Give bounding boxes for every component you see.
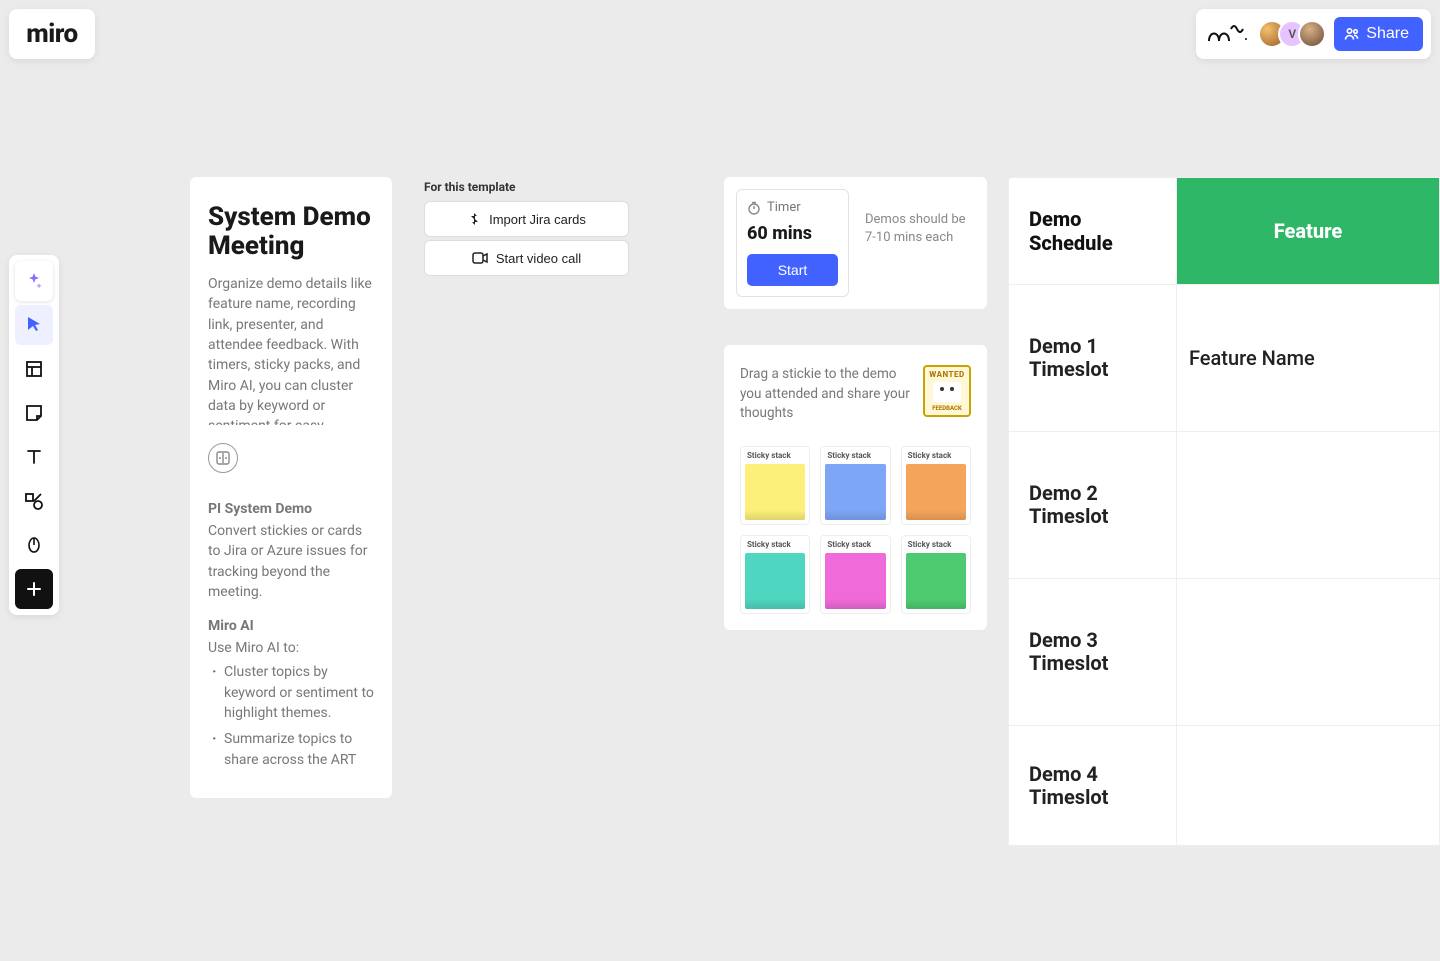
sticky-swatch	[745, 553, 805, 609]
schedule-row-label[interactable]: Demo 1Timeslot	[1009, 285, 1177, 432]
info-section2-lead: Use Miro AI to:	[208, 638, 374, 658]
schedule-row-cell[interactable]	[1177, 579, 1440, 726]
schedule-row-cell[interactable]	[1177, 726, 1440, 846]
title-heading: System Demo Meeting	[208, 203, 374, 260]
timer-icon	[747, 201, 761, 215]
sticky-stack[interactable]: Sticky stack	[740, 535, 810, 614]
info-card[interactable]: PI System Demo Convert stickies or cards…	[190, 425, 392, 798]
timer-box: Timer 60 mins Start	[736, 189, 849, 297]
start-video-button[interactable]: Start video call	[424, 240, 629, 276]
sticky-swatch	[745, 464, 805, 520]
wanted-sub: FEEDBACK	[932, 405, 962, 412]
people-icon	[1344, 26, 1360, 42]
tool-ai[interactable]	[15, 261, 53, 301]
logo-text: miro	[26, 19, 77, 49]
start-video-label: Start video call	[496, 251, 581, 266]
sticky-swatch	[906, 464, 966, 520]
schedule-row-label[interactable]: Demo 4Timeslot	[1009, 726, 1177, 846]
sparkle-icon	[24, 271, 44, 291]
collaborator-avatars[interactable]: V	[1258, 20, 1326, 48]
share-label: Share	[1366, 25, 1409, 43]
stickies-instruction: Drag a stickie to the demo you attended …	[740, 365, 913, 424]
left-toolbar	[9, 255, 59, 615]
timer-start-button[interactable]: Start	[747, 254, 838, 286]
share-button[interactable]: Share	[1334, 17, 1423, 51]
info-section1-body: Convert stickies or cards to Jira or Azu…	[208, 521, 374, 602]
timer-title: Timer	[767, 200, 801, 215]
sticky-stack[interactable]: Sticky stack	[901, 446, 971, 525]
import-jira-label: Import Jira cards	[489, 212, 586, 227]
sticky-swatch	[906, 553, 966, 609]
schedule-row-cell[interactable]: Feature Name	[1177, 285, 1440, 432]
doc-icon	[208, 443, 238, 473]
tool-sticky[interactable]	[15, 393, 53, 433]
sticky-stack-label: Sticky stack	[825, 540, 885, 549]
info-bullet: Summarize topics to share across the ART	[224, 729, 374, 770]
wanted-title: WANTED	[929, 370, 964, 379]
info-section1-title: PI System Demo	[208, 501, 374, 517]
sticky-stack-label: Sticky stack	[745, 451, 805, 460]
logo-card[interactable]: miro	[9, 9, 95, 59]
sticky-stack[interactable]: Sticky stack	[820, 446, 890, 525]
tool-pen[interactable]	[15, 525, 53, 565]
schedule-row-label[interactable]: Demo 2Timeslot	[1009, 432, 1177, 579]
pen-icon	[24, 535, 44, 555]
tool-add[interactable]	[15, 569, 53, 609]
avatar-initial: V	[1288, 27, 1296, 41]
stickies-card[interactable]: Drag a stickie to the demo you attended …	[724, 345, 987, 630]
jira-icon	[467, 212, 481, 226]
avatar[interactable]	[1298, 20, 1326, 48]
plus-icon	[26, 581, 42, 597]
sticky-stack[interactable]: Sticky stack	[820, 535, 890, 614]
tool-shapes[interactable]	[15, 481, 53, 521]
schedule-header-label: Demo Schedule	[1009, 178, 1177, 285]
timer-value: 60 mins	[747, 223, 838, 244]
wanted-feedback-badge: WANTED FEEDBACK	[923, 365, 971, 417]
topbar: V Share	[1196, 9, 1431, 59]
tool-select[interactable]	[15, 305, 53, 345]
template-actions-label: For this template	[424, 180, 516, 194]
schedule-header-feature: Feature	[1177, 178, 1440, 285]
demo-schedule[interactable]: Demo Schedule Feature Demo 1TimeslotFeat…	[1008, 177, 1440, 846]
frame-icon	[24, 359, 44, 379]
sticky-stack[interactable]: Sticky stack	[901, 535, 971, 614]
timer-note: Demos should be 7-10 mins each	[865, 189, 975, 247]
schedule-row-label[interactable]: Demo 3Timeslot	[1009, 579, 1177, 726]
sticky-stack-label: Sticky stack	[825, 451, 885, 460]
sticky-swatch	[825, 464, 885, 520]
sticky-grid: Sticky stack Sticky stack Sticky stack Stic…	[740, 446, 971, 614]
import-jira-button[interactable]: Import Jira cards	[424, 201, 629, 237]
tool-text[interactable]	[15, 437, 53, 477]
info-bullet: Cluster topics by keyword or sentiment t…	[224, 662, 374, 723]
sticky-stack-label: Sticky stack	[906, 451, 966, 460]
emoji-reactions-button[interactable]	[1204, 17, 1250, 51]
schedule-row-cell[interactable]	[1177, 432, 1440, 579]
sticky-stack-label: Sticky stack	[745, 540, 805, 549]
timer-card[interactable]: Timer 60 mins Start Demos should be 7-10…	[724, 177, 987, 309]
sticky-icon	[24, 403, 44, 423]
shapes-icon	[24, 491, 44, 511]
sticky-stack-label: Sticky stack	[906, 540, 966, 549]
video-icon	[472, 252, 488, 264]
sticky-swatch	[825, 553, 885, 609]
cursor-icon	[24, 315, 44, 335]
info-section2-title: Miro AI	[208, 618, 374, 634]
sticky-stack[interactable]: Sticky stack	[740, 446, 810, 525]
info-bullets: Cluster topics by keyword or sentiment t…	[208, 662, 374, 769]
tool-frame[interactable]	[15, 349, 53, 389]
text-icon	[24, 447, 44, 467]
